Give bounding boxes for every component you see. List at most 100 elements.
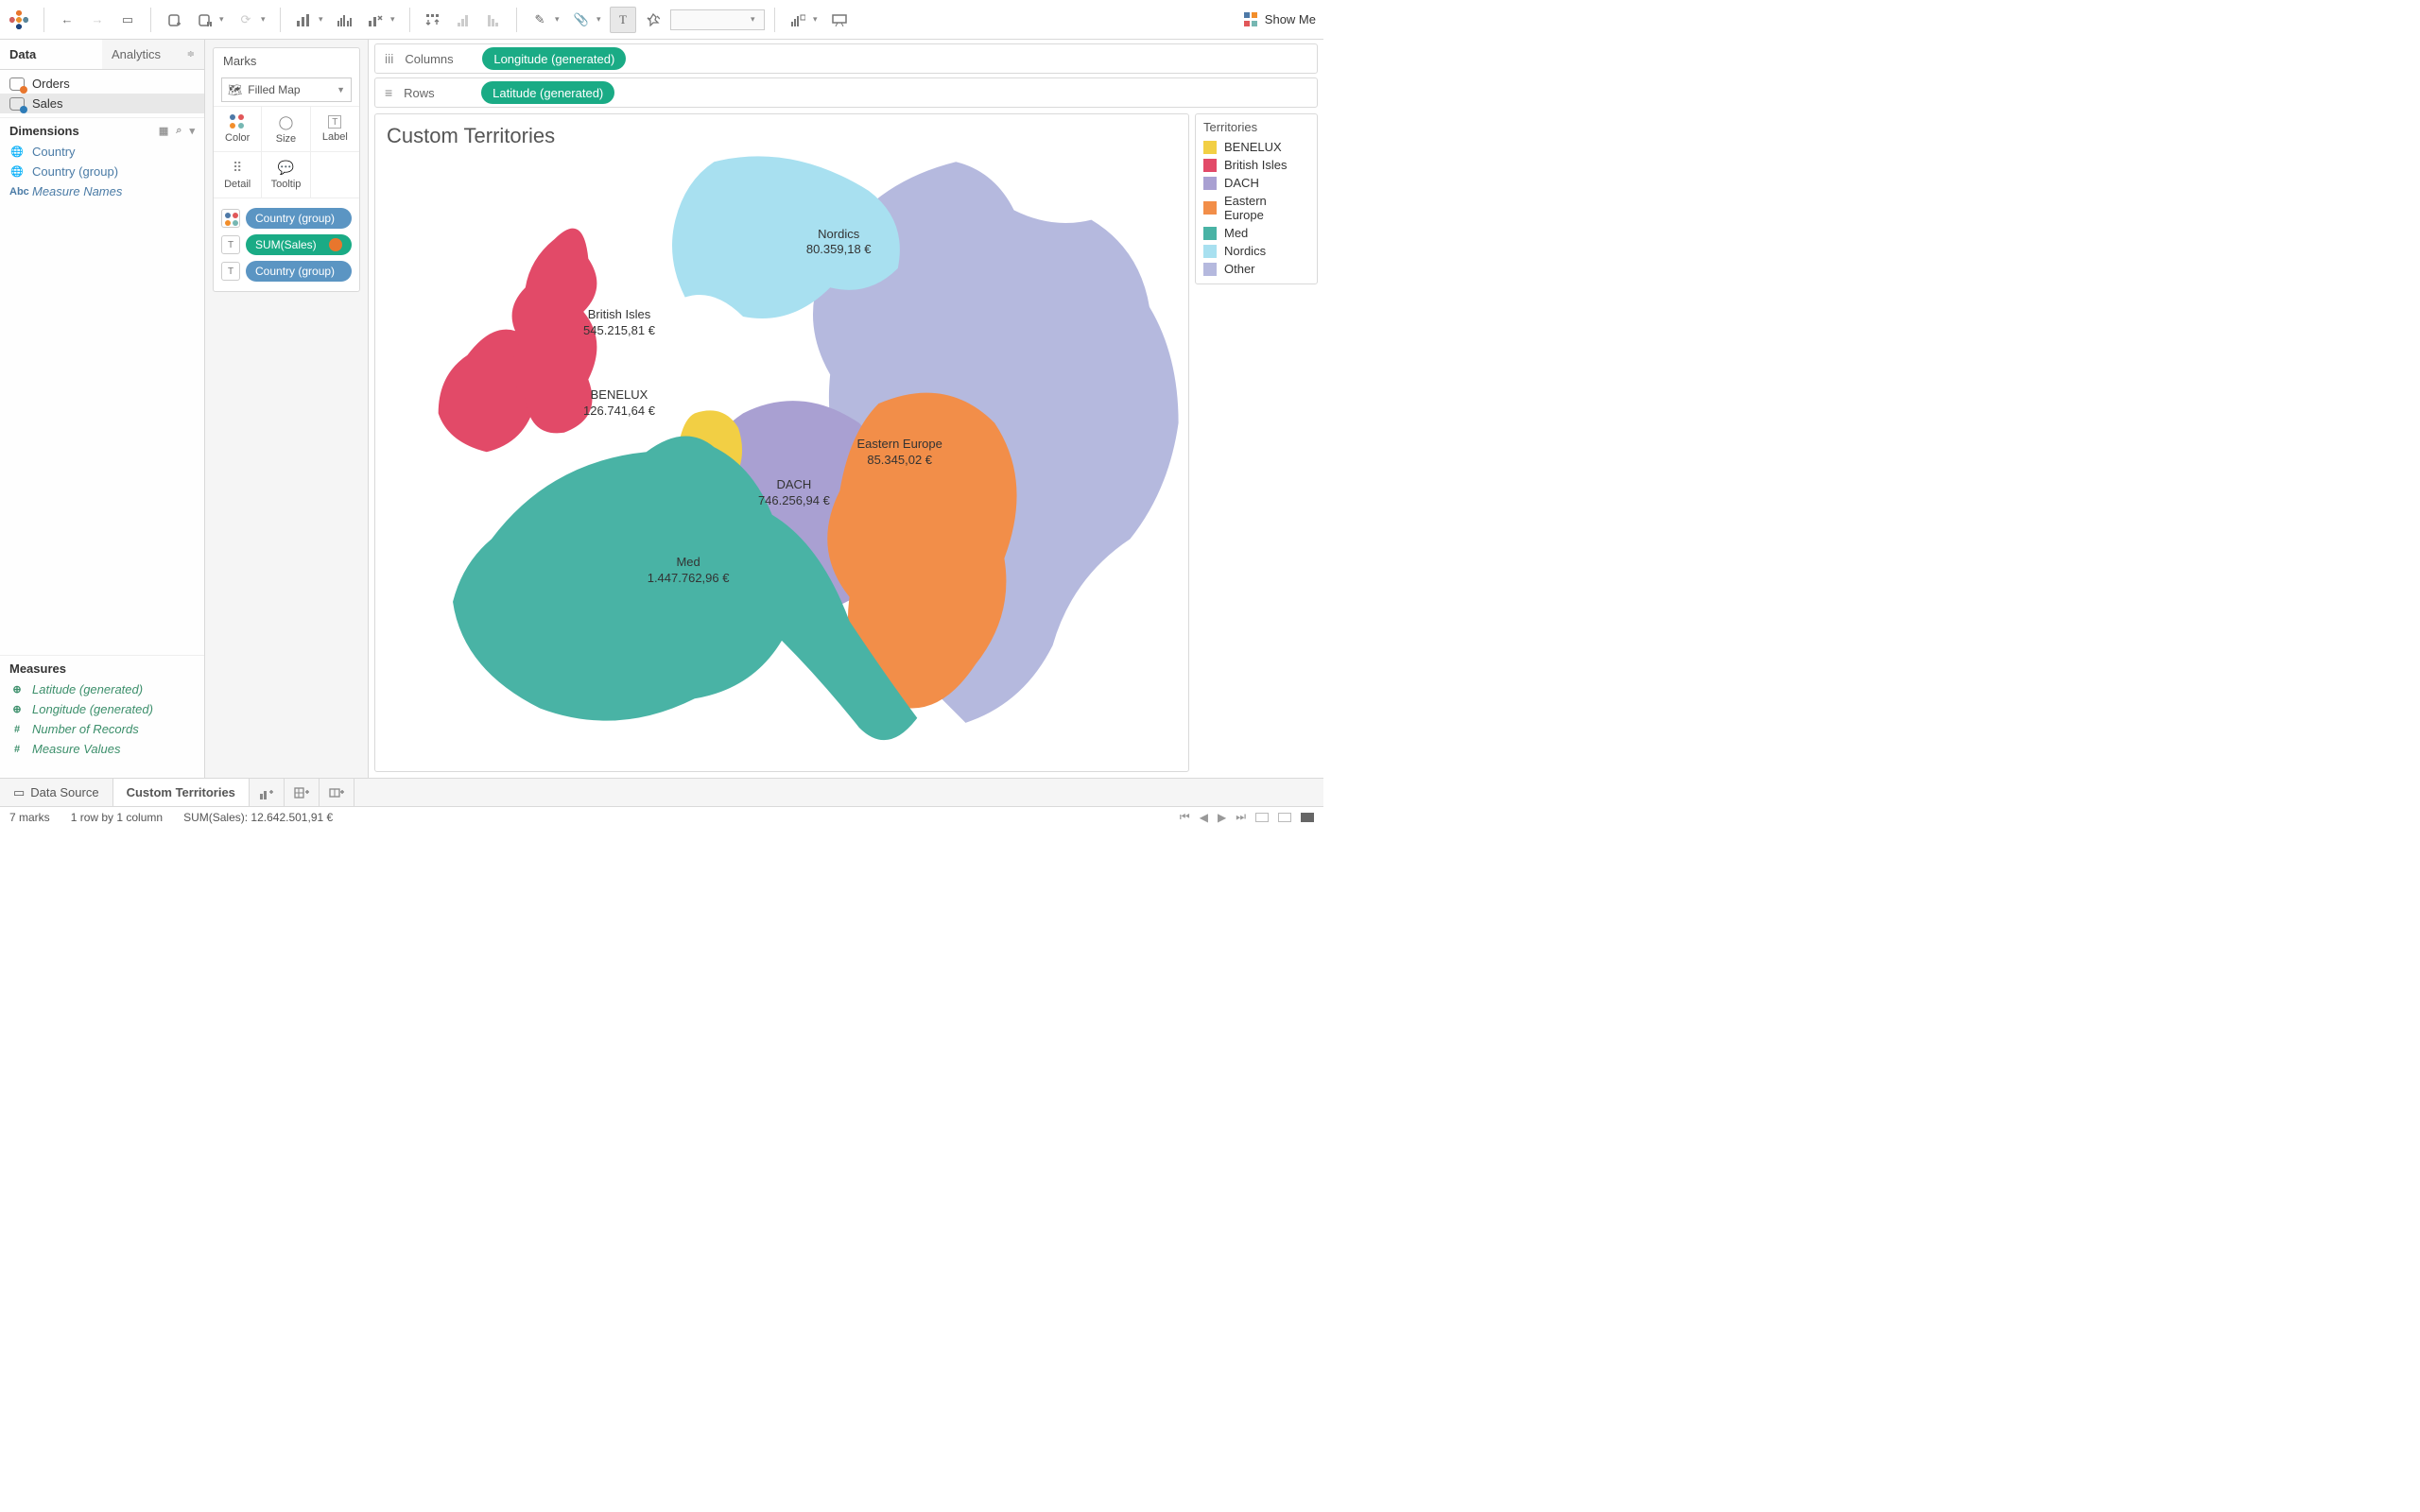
show-me-icon [1244,12,1259,27]
menu-icon[interactable]: ▾ [189,125,195,137]
group-button[interactable]: 📎 [568,7,595,33]
sheet-tab[interactable]: Custom Territories [113,779,250,806]
abc-icon: Abc [9,186,25,198]
rows-pill[interactable]: Latitude (generated) [481,81,614,104]
view-small-icon[interactable] [1255,813,1269,822]
legend-item[interactable]: Med [1203,224,1309,242]
swap-button[interactable] [420,7,446,33]
new-datasource-button[interactable] [161,7,187,33]
sheet-tabs: ▭Data Source Custom Territories [0,778,1323,806]
pill-type-icon: T [221,235,240,254]
tableau-logo-icon [8,9,30,31]
view-icon[interactable]: ▦ [159,125,168,137]
search-icon[interactable]: ⌕ [176,125,182,137]
color-swatch [1203,245,1217,258]
mark-pill[interactable]: SUM(Sales) [246,234,352,255]
marks-color[interactable]: Color [214,107,262,152]
datasource-tab[interactable]: ▭Data Source [0,779,113,806]
pause-updates-button[interactable] [191,7,217,33]
mark-pill-row[interactable]: T Country (group) [221,261,352,282]
show-labels-button[interactable]: T [610,7,636,33]
marks-tooltip[interactable]: 💬Tooltip [262,152,310,198]
legend-item[interactable]: BENELUX [1203,138,1309,156]
clear-sheet-button[interactable] [362,7,389,33]
analytics-tab[interactable]: Analytics≑ [102,40,204,69]
legend-item[interactable]: Nordics [1203,242,1309,260]
redo-button[interactable]: → [84,7,111,33]
map-label: BENELUX126.741,64 € [583,387,655,420]
mark-pill[interactable]: Country (group) [246,208,352,229]
presentation-button[interactable] [826,7,853,33]
toolbar: ← → ▭ ▾ ⟳▾ ▾ ▾ ✎▾ 📎▾ T ▾ ▾ Show Me [0,0,1323,40]
fit-button[interactable] [785,7,811,33]
view-med-icon[interactable] [1278,813,1291,822]
highlight-button[interactable]: ✎ [527,7,553,33]
measure-field[interactable]: ⊕Latitude (generated) [0,679,204,699]
columns-icon: iii [385,51,393,66]
map-label: Nordics80.359,18 € [806,227,872,259]
map-label: Med1.447.762,96 € [648,555,730,587]
duplicate-sheet-button[interactable] [332,7,358,33]
globe-icon: ⊕ [9,703,25,715]
color-swatch [1203,227,1217,240]
globe-icon: ⊕ [9,683,25,696]
dimensions-header: Dimensions ▦⌕▾ [0,117,204,142]
measures-header: Measures [0,655,204,679]
datasource-item[interactable]: Orders [0,74,204,94]
map-label: British Isles545.215,81 € [583,307,655,339]
measure-field[interactable]: ⊕Longitude (generated) [0,699,204,719]
view-large-icon[interactable] [1301,813,1314,822]
status-bar: 7 marks 1 row by 1 column SUM(Sales): 12… [0,806,1323,827]
measure-field[interactable]: #Measure Values [0,739,204,759]
color-swatch [1203,201,1217,215]
prev-icon[interactable]: ◀ [1200,811,1208,824]
show-me-button[interactable]: Show Me [1244,12,1316,27]
map-label: Eastern Europe85.345,02 € [857,437,942,469]
group-icon: 🌐 [9,165,25,178]
database-icon [9,97,25,111]
sort-desc-button[interactable] [480,7,507,33]
measure-field[interactable]: #Number of Records [0,719,204,739]
map-icon: 🗺 [228,83,242,96]
marks-type-select[interactable]: 🗺 Filled Map▼ [221,77,352,102]
datasource-item[interactable]: Sales [0,94,204,113]
save-button[interactable]: ▭ [114,7,141,33]
map-viz[interactable]: Custom Territories [374,113,1189,772]
new-story-tab[interactable] [320,779,354,806]
mark-pill-row[interactable]: T SUM(Sales) [221,234,352,255]
mark-pill-row[interactable]: Country (group) [221,208,352,229]
marks-label[interactable]: TLabel [311,107,359,152]
legend-item[interactable]: DACH [1203,174,1309,192]
dimension-field[interactable]: 🌐Country (group) [0,162,204,181]
undo-button[interactable]: ← [54,7,80,33]
legend-item[interactable]: British Isles [1203,156,1309,174]
rows-shelf[interactable]: ≡ Rows Latitude (generated) [374,77,1318,108]
sort-asc-button[interactable] [450,7,476,33]
legend-title: Territories [1203,120,1309,134]
columns-shelf[interactable]: iii Columns Longitude (generated) [374,43,1318,74]
new-worksheet-tab[interactable] [250,779,285,806]
dimension-field[interactable]: 🌐Country [0,142,204,162]
pill-type-icon: T [221,262,240,281]
first-icon[interactable]: ⏮ [1180,810,1190,824]
color-swatch [1203,141,1217,154]
legend-item[interactable]: Eastern Europe [1203,192,1309,224]
data-tab[interactable]: Data [0,40,102,69]
color-swatch [1203,177,1217,190]
pill-agg-icon [329,238,342,251]
legend-item[interactable]: Other [1203,260,1309,278]
refresh-button[interactable]: ⟳ [233,7,259,33]
new-dashboard-tab[interactable] [285,779,320,806]
new-worksheet-button[interactable] [290,7,317,33]
last-icon[interactable]: ⏭ [1236,810,1246,824]
dimension-field[interactable]: AbcMeasure Names [0,181,204,201]
mark-pill[interactable]: Country (group) [246,261,352,282]
rows-icon: ≡ [385,85,392,100]
toolbar-input[interactable]: ▾ [670,9,765,30]
marks-detail[interactable]: ⠿Detail [214,152,262,198]
color-swatch [1203,263,1217,276]
marks-size[interactable]: ◯Size [262,107,310,152]
columns-pill[interactable]: Longitude (generated) [482,47,626,70]
next-icon[interactable]: ▶ [1218,811,1226,824]
pin-button[interactable] [640,7,666,33]
